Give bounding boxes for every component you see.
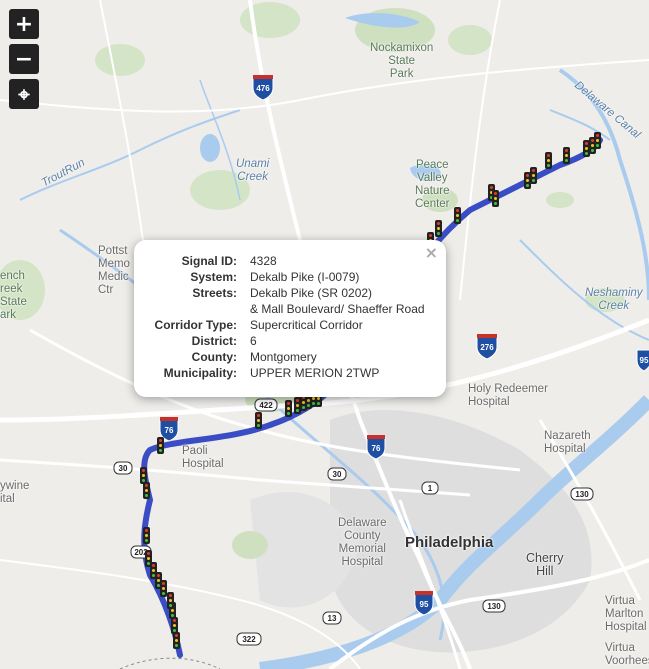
label-pottstown: Pottst Memo Medic Ctr [98,245,130,296]
traffic-signal-icon[interactable] [145,550,152,567]
traffic-signal-icon[interactable] [167,592,174,609]
traffic-signal-icon[interactable] [435,220,442,237]
traffic-signal-icon[interactable] [454,207,461,224]
popup-row-value: Dekalb Pike (SR 0202) [250,286,373,300]
popup-row-value: 6 [250,334,257,348]
label-paoli: Paoli Hospital [182,445,224,470]
label-french-creek: ench reek State ark [0,270,27,321]
signal-info-popup: × Signal ID: 4328 System: Dekalb Pike (I-00… [134,240,446,397]
locate-button[interactable]: ⌖ [9,79,39,109]
signal-info-table: Signal ID: 4328 System: Dekalb Pike (I-0079… [142,255,425,383]
popup-row-value: Supercritical Corridor [250,318,363,332]
traffic-signal-icon[interactable] [143,527,150,544]
label-holy-redeemer: Holy Redeemer Hospital [468,383,548,408]
popup-row: Corridor Type: Supercritical Corridor [142,319,425,335]
label-unami-creek: Unami Creek [236,158,270,183]
label-virtua-voorhees: Virtua Voorhees [605,642,649,667]
traffic-signal-icon[interactable] [285,400,292,417]
popup-row: Signal ID: 4328 [142,255,425,271]
popup-row-value: UPPER MERION 2TWP [250,366,380,380]
popup-row-key: County: [191,350,237,364]
label-cherry-hill: Cherry Hill [526,551,564,578]
traffic-signal-icon[interactable] [255,412,262,429]
popup-row-key: District: [191,334,237,348]
crosshair-icon: ⌖ [18,82,30,106]
traffic-signal-icon[interactable] [492,190,499,207]
popup-row-key: Corridor Type: [154,318,237,332]
label-nockamixon: Nockamixon State Park [370,42,434,80]
traffic-signal-icon[interactable] [173,632,180,649]
traffic-signal-icon[interactable] [140,467,147,484]
popup-row-key: System: [190,270,237,284]
popup-row-key: Streets: [192,286,237,300]
label-philadelphia: Philadelphia [405,534,494,551]
zoom-out-button[interactable]: − [9,44,39,74]
traffic-signal-icon[interactable] [530,167,537,184]
popup-row: & Mall Boulevard/ Shaeffer Road [142,303,425,319]
popup-row: District: 6 [142,335,425,351]
popup-row-key: Municipality: [163,366,237,380]
popup-row-value: & Mall Boulevard/ Shaeffer Road [250,302,425,316]
popup-row: Municipality: UPPER MERION 2TWP [142,367,425,383]
popup-row: System: Dekalb Pike (I-0079) [142,271,425,287]
popup-row-value: Dekalb Pike (I-0079) [250,270,360,284]
label-virtua-marlton: Virtua Marlton Hospital [605,595,647,633]
traffic-signal-icon[interactable] [143,482,150,499]
label-peace-valley: Peace Valley Nature Center [415,159,450,210]
popup-row-key [142,303,250,319]
traffic-signal-icon[interactable] [563,147,570,164]
traffic-signal-icon[interactable] [594,132,601,149]
popup-row-key: Signal ID: [181,254,237,268]
label-neshaminy: Neshaminy Creek [585,287,643,312]
label-brandywine: ywine ital [0,480,30,505]
traffic-signal-icon[interactable] [171,617,178,634]
zoom-in-button[interactable]: + [9,9,39,39]
popup-row-value: 4328 [250,254,277,268]
popup-row: Streets: Dekalb Pike (SR 0202) [142,287,425,303]
label-delaware-county: Delaware County Memorial Hospital [338,517,387,568]
close-popup-button[interactable]: × [425,243,438,262]
traffic-signal-icon[interactable] [157,437,164,454]
popup-row: County: Montgomery [142,351,425,367]
label-nazareth: Nazareth Hospital [544,430,591,455]
popup-row-value: Montgomery [250,350,317,364]
traffic-signal-icon[interactable] [545,152,552,169]
